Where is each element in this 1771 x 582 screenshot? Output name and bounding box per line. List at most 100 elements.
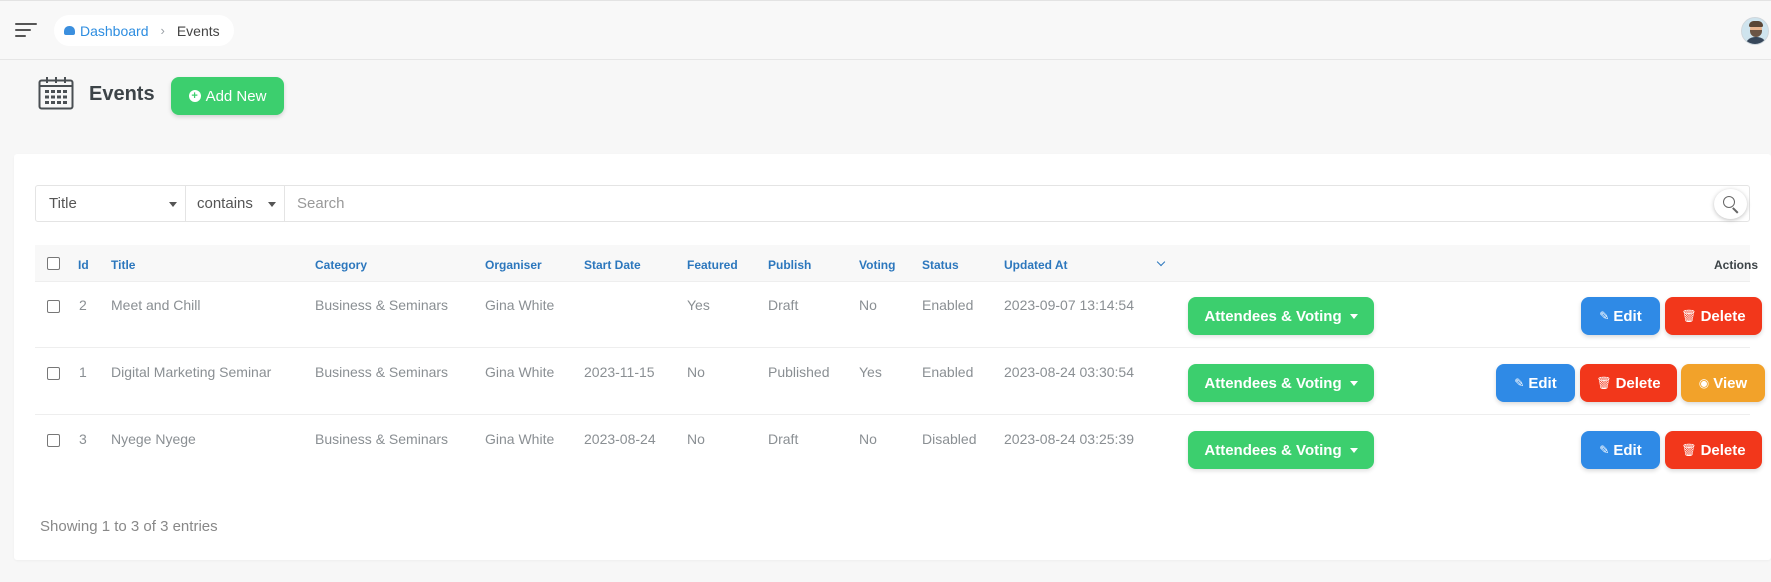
delete-label: Delete	[1700, 307, 1746, 325]
column-header-featured[interactable]: Featured	[687, 258, 738, 272]
cell-organiser: Gina White	[485, 431, 555, 447]
search-input[interactable]	[285, 186, 1749, 221]
row-checkbox[interactable]	[47, 434, 60, 447]
cell-category: Business & Seminars	[315, 297, 449, 313]
column-header-organiser[interactable]: Organiser	[485, 258, 542, 272]
cell-title: Meet and Chill	[111, 297, 201, 313]
add-new-label: Add New	[205, 87, 267, 105]
cell-start-date: 2023-11-15	[584, 364, 655, 380]
cell-status: Enabled	[922, 297, 974, 313]
cell-status: Enabled	[922, 364, 974, 380]
top-bar: Dashboard › Events	[0, 0, 1771, 60]
edit-button[interactable]: ✎ Edit	[1581, 431, 1660, 469]
attendees-voting-label: Attendees & Voting	[1204, 307, 1342, 325]
filter-field-select[interactable]: Title	[36, 186, 186, 221]
caret-down-icon	[1349, 447, 1358, 453]
menu-toggle-icon[interactable]	[15, 23, 37, 39]
attendees-voting-dropdown[interactable]: Attendees & Voting	[1188, 431, 1374, 469]
cell-featured: Yes	[687, 297, 710, 313]
cell-publish: Published	[768, 364, 830, 380]
column-header-publish[interactable]: Publish	[768, 258, 811, 272]
caret-down-icon	[268, 202, 276, 207]
view-label: View	[1713, 374, 1748, 392]
column-header-start-date[interactable]: Start Date	[584, 258, 641, 272]
cell-id: 1	[79, 364, 87, 380]
plus-circle-icon: +	[188, 90, 201, 102]
cell-featured: No	[687, 431, 705, 447]
column-header-id[interactable]: Id	[78, 258, 89, 272]
attendees-voting-dropdown[interactable]: Attendees & Voting	[1188, 364, 1374, 402]
caret-down-icon	[169, 202, 177, 207]
cell-voting: No	[859, 297, 877, 313]
column-header-actions: Actions	[1714, 258, 1759, 272]
cell-featured: No	[687, 364, 705, 380]
breadcrumb: Dashboard › Events	[54, 15, 234, 46]
column-header-category[interactable]: Category	[315, 258, 367, 272]
user-avatar[interactable]	[1741, 17, 1769, 45]
delete-button[interactable]: 🗑 Delete	[1580, 364, 1677, 402]
edit-button[interactable]: ✎ Edit	[1496, 364, 1575, 402]
dashboard-icon	[64, 26, 75, 35]
column-header-status[interactable]: Status	[922, 258, 959, 272]
edit-icon: ✎	[1514, 376, 1525, 390]
column-header-title[interactable]: Title	[111, 258, 135, 272]
page-title: Events	[89, 83, 155, 105]
add-new-button[interactable]: + Add New	[171, 77, 284, 115]
trash-icon: 🗑	[1681, 443, 1697, 457]
column-header-voting[interactable]: Voting	[859, 258, 895, 272]
events-card: Title contains Id Title Category Organis…	[14, 154, 1771, 560]
cell-voting: No	[859, 431, 877, 447]
edit-button[interactable]: ✎ Edit	[1581, 297, 1660, 335]
breadcrumb-separator: ›	[160, 23, 165, 38]
breadcrumb-current: Events	[176, 22, 220, 39]
cell-start-date: 2023-08-24	[584, 431, 656, 447]
cell-category: Business & Seminars	[315, 431, 449, 447]
attendees-voting-label: Attendees & Voting	[1204, 374, 1342, 392]
row-checkbox[interactable]	[47, 300, 60, 313]
breadcrumb-dashboard-link[interactable]: Dashboard	[80, 23, 149, 39]
eye-icon: ◉	[1698, 376, 1710, 390]
cell-publish: Draft	[768, 297, 799, 313]
cell-voting: Yes	[859, 364, 882, 380]
filter-bar: Title contains	[35, 185, 1750, 222]
cell-updated-at: 2023-08-24 03:30:54	[1004, 364, 1134, 380]
cell-id: 2	[79, 297, 87, 313]
edit-label: Edit	[1528, 374, 1557, 392]
cell-status: Disabled	[922, 431, 977, 447]
filter-field-value: Title	[49, 195, 77, 212]
select-all-checkbox[interactable]	[47, 257, 60, 270]
calendar-icon	[38, 77, 74, 110]
column-header-updated-at[interactable]: Updated At	[1004, 258, 1068, 272]
row-checkbox[interactable]	[47, 367, 60, 380]
edit-icon: ✎	[1599, 309, 1610, 323]
attendees-voting-dropdown[interactable]: Attendees & Voting	[1188, 297, 1374, 335]
cell-updated-at: 2023-09-07 13:14:54	[1004, 297, 1134, 313]
cell-organiser: Gina White	[485, 297, 555, 313]
delete-button[interactable]: 🗑 Delete	[1665, 431, 1762, 469]
trash-icon: 🗑	[1681, 309, 1697, 323]
view-button[interactable]: ◉ View	[1681, 364, 1765, 402]
edit-label: Edit	[1613, 441, 1642, 459]
delete-label: Delete	[1700, 441, 1746, 459]
table-row: 2 Meet and Chill Business & Seminars Gin…	[35, 282, 1762, 348]
cell-category: Business & Seminars	[315, 364, 449, 380]
table-header: Id Title Category Organiser Start Date F…	[35, 245, 1758, 282]
sort-descending-icon[interactable]	[1156, 257, 1166, 267]
table-row: 1 Digital Marketing Seminar Business & S…	[35, 349, 1765, 415]
cell-title: Nyege Nyege	[111, 431, 196, 447]
filter-operator-select[interactable]: contains	[186, 186, 285, 221]
search-button[interactable]	[1714, 189, 1747, 219]
cell-id: 3	[79, 431, 87, 447]
caret-down-icon	[1349, 380, 1358, 386]
cell-publish: Draft	[768, 431, 799, 447]
edit-label: Edit	[1613, 307, 1642, 325]
caret-down-icon	[1349, 313, 1358, 319]
delete-button[interactable]: 🗑 Delete	[1665, 297, 1762, 335]
cell-updated-at: 2023-08-24 03:25:39	[1004, 431, 1134, 447]
table-row: 3 Nyege Nyege Business & Seminars Gina W…	[35, 416, 1762, 482]
filter-operator-value: contains	[197, 195, 253, 212]
edit-icon: ✎	[1599, 443, 1610, 457]
cell-title: Digital Marketing Seminar	[111, 364, 272, 380]
table-info: Showing 1 to 3 of 3 entries	[40, 518, 218, 535]
cell-organiser: Gina White	[485, 364, 555, 380]
